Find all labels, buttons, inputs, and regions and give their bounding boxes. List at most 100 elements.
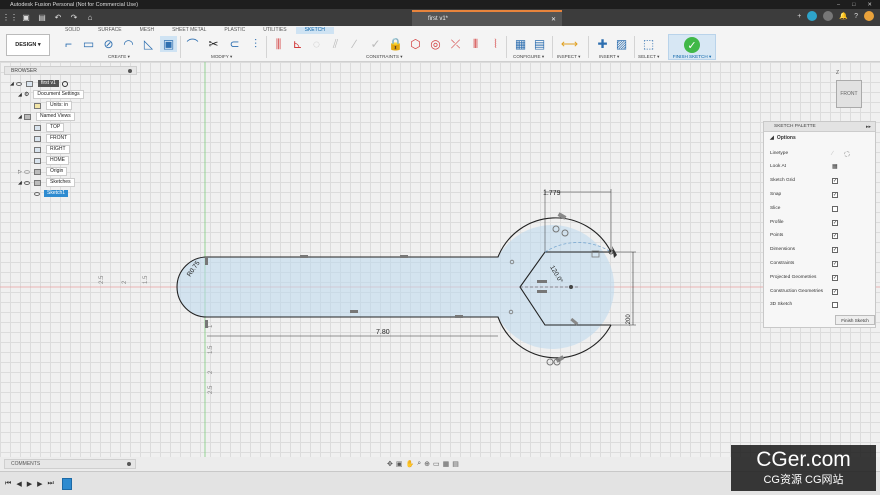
mirror-tool-icon[interactable]: ⫶	[247, 36, 264, 52]
finish-sketch-button[interactable]: ✓ FINISH SKETCH ▾	[668, 34, 716, 60]
file-icon[interactable]: ▣	[20, 12, 32, 24]
tree-item-root[interactable]: ◢ first v1	[10, 79, 68, 88]
tangent-icon[interactable]: ◌	[308, 36, 325, 52]
extensions-icon[interactable]	[807, 11, 818, 21]
tab-sheet-metal[interactable]: SHEET METAL	[163, 27, 215, 34]
browser-options-icon[interactable]	[128, 68, 132, 73]
tree-item-sketch1[interactable]: Sketch1	[34, 189, 69, 198]
equal-icon[interactable]: ∕	[346, 36, 363, 52]
visibility-eye-icon[interactable]	[34, 191, 40, 196]
tree-item-origin[interactable]: ▷ Origin	[18, 167, 68, 176]
circle-tool-icon[interactable]: ⊘	[100, 36, 117, 52]
tree-item-named-views[interactable]: ◢ Named Views	[18, 112, 75, 121]
home-icon[interactable]: ⌂	[84, 12, 96, 24]
tab-plastic[interactable]: PLASTIC	[215, 27, 254, 34]
palette-options-header[interactable]: ◢ Options	[764, 132, 875, 143]
symmetry-icon[interactable]: ⬡	[407, 36, 424, 52]
offset-tool-icon[interactable]: ⊂	[226, 36, 243, 52]
tab-surface[interactable]: SURFACE	[89, 27, 131, 34]
line-tool-icon[interactable]: ⌐	[60, 36, 77, 52]
palette-row-snap[interactable]: Snap ✓	[764, 188, 875, 201]
coincident-icon[interactable]: ⫼	[270, 36, 287, 52]
zoom-icon[interactable]: ⌕	[417, 460, 421, 468]
rectangle-tool-icon[interactable]: ▭	[80, 36, 97, 52]
checkbox-checked[interactable]: ✓	[832, 274, 838, 281]
checkbox-checked[interactable]: ✓	[832, 177, 838, 184]
create-group-label[interactable]: CREATE ▾	[108, 54, 130, 60]
fix-lock-icon[interactable]: 🔒	[387, 36, 404, 52]
fit-icon[interactable]: ⊕	[424, 460, 430, 468]
checkbox-checked[interactable]: ✓	[832, 232, 838, 239]
workspace-selector[interactable]: DESIGN ▾	[6, 34, 50, 56]
project-tool-icon[interactable]: ▣	[160, 36, 177, 52]
palette-row-projected[interactable]: Projected Geometries ✓	[764, 271, 875, 284]
inspect-group-label[interactable]: INSPECT ▾	[557, 54, 580, 60]
visibility-eye-icon[interactable]	[24, 169, 30, 174]
palette-expand-icon[interactable]: ▸▸	[866, 124, 871, 130]
polygon-tool-icon[interactable]: ◺	[140, 36, 157, 52]
palette-finish-sketch-button[interactable]: Finish Sketch	[835, 315, 875, 325]
notifications-icon[interactable]: 🔔	[839, 12, 848, 20]
arc-tool-icon[interactable]: ◠	[120, 36, 137, 52]
timeline-end-icon[interactable]: ⏭	[47, 480, 53, 488]
timeline-sketch-feature[interactable]	[61, 477, 72, 490]
timeline-start-icon[interactable]: ⏮	[5, 480, 11, 488]
tab-mesh[interactable]: MESH	[131, 27, 163, 34]
checkbox-unchecked[interactable]	[832, 205, 838, 212]
constraints-group-label[interactable]: CONSTRAINTS ▾	[366, 54, 403, 60]
horizontal-vertical-icon[interactable]: ⫴	[467, 36, 484, 52]
checkbox-unchecked[interactable]	[832, 301, 838, 308]
tree-item-view-home[interactable]: HOME	[34, 156, 69, 165]
trim-tool-icon[interactable]: ✂	[205, 36, 222, 52]
palette-header[interactable]: SKETCH PALETTE ▸▸	[764, 122, 875, 132]
select-group-label[interactable]: SELECT ▾	[638, 54, 659, 60]
avatar[interactable]	[864, 11, 874, 21]
tab-solid[interactable]: SOLID	[56, 27, 89, 34]
palette-row-points[interactable]: Points ✓	[764, 229, 875, 242]
checkbox-checked[interactable]: ✓	[832, 288, 838, 295]
job-status-icon[interactable]	[823, 11, 834, 21]
minimize-button[interactable]: –	[837, 2, 840, 8]
construction-linetype-icon[interactable]: ∕	[832, 151, 833, 157]
add-tab-icon[interactable]: +	[797, 13, 801, 20]
undo-icon[interactable]: ↶	[52, 12, 64, 24]
change-parameters-icon[interactable]: ▤	[531, 36, 548, 52]
comments-options-icon[interactable]	[127, 462, 131, 466]
display-settings-icon[interactable]: ▭	[433, 460, 440, 468]
concentric-icon[interactable]: ◎	[427, 36, 444, 52]
active-radio-icon[interactable]	[61, 80, 68, 87]
save-icon[interactable]: ▤	[36, 12, 48, 24]
orbit-icon[interactable]: ✥	[387, 460, 393, 468]
parallel-icon[interactable]: ⫽	[327, 36, 344, 52]
look-at-icon[interactable]: ▦	[832, 163, 838, 170]
palette-row-slice[interactable]: Slice	[764, 202, 875, 215]
insert-image-icon[interactable]: ▨	[613, 36, 630, 52]
palette-row-profile[interactable]: Profile ✓	[764, 216, 875, 229]
select-window-icon[interactable]: ⬚	[640, 36, 657, 52]
look-at-nav-icon[interactable]: ▣	[396, 460, 403, 468]
comments-panel[interactable]: COMMENTS	[4, 459, 136, 469]
visibility-eye-icon[interactable]	[16, 81, 22, 86]
grid-settings-icon[interactable]: ▦	[443, 460, 450, 468]
timeline-play-icon[interactable]: ▶	[27, 480, 32, 488]
viewports-icon[interactable]: ▤	[452, 460, 459, 468]
document-tab[interactable]: first v1* ✕	[412, 10, 562, 26]
curvature-icon[interactable]: ⦚	[487, 36, 504, 52]
close-button[interactable]: ✕	[867, 2, 872, 8]
tree-item-document-settings[interactable]: ◢ ⚙ Document Settings	[18, 90, 84, 99]
tree-item-view-top[interactable]: TOP	[34, 123, 65, 132]
fillet-tool-icon[interactable]: ⌒	[184, 36, 201, 52]
palette-row-sketch-grid[interactable]: Sketch Grid ✓	[764, 174, 875, 187]
timeline-forward-icon[interactable]: ▶	[37, 480, 42, 488]
tab-sketch[interactable]: SKETCH	[295, 27, 334, 34]
viewcube[interactable]: FRONT	[836, 80, 862, 108]
tab-utilities[interactable]: UTILITIES	[254, 27, 295, 34]
redo-icon[interactable]: ↷	[68, 12, 80, 24]
checkbox-checked[interactable]: ✓	[832, 246, 838, 253]
centerline-linetype-icon[interactable]	[844, 150, 850, 157]
app-grid-icon[interactable]: ⋮⋮	[2, 12, 18, 24]
palette-row-3d-sketch[interactable]: 3D Sketch	[764, 298, 875, 311]
tree-item-units[interactable]: Units: in	[34, 101, 73, 110]
tree-item-view-right[interactable]: RIGHT	[34, 145, 70, 154]
pan-icon[interactable]: ✋	[406, 460, 415, 468]
